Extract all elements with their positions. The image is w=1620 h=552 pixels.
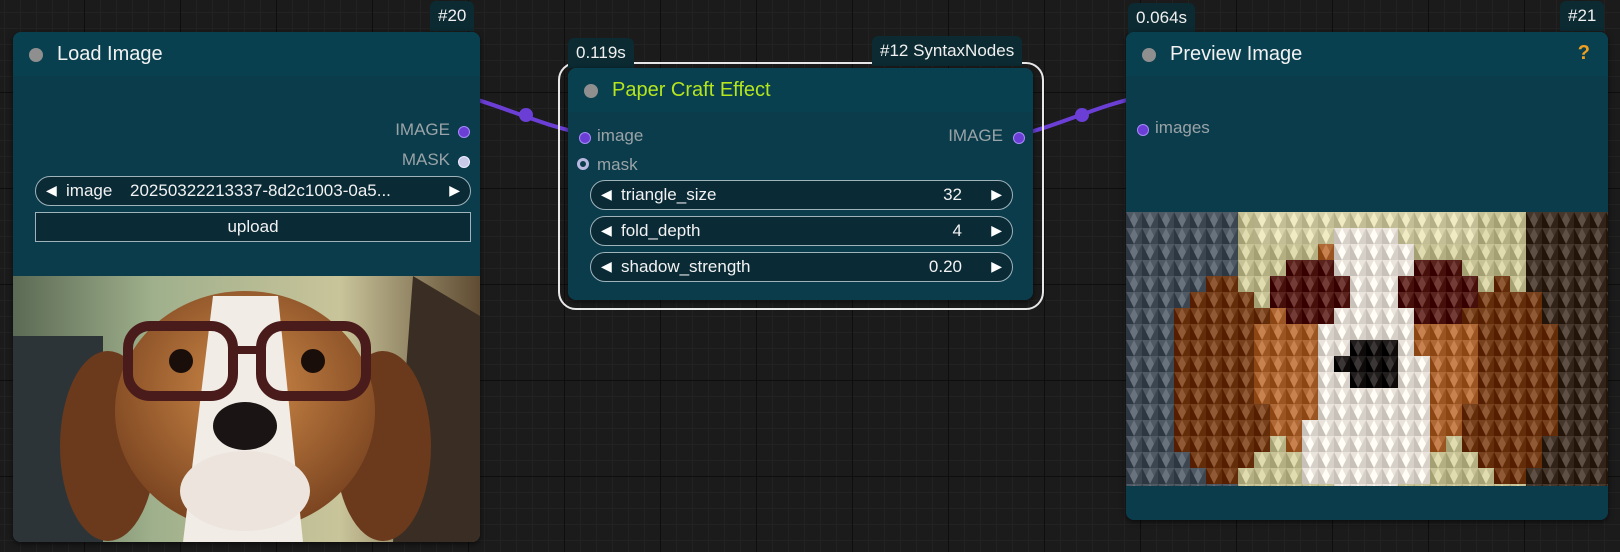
paper-craft-output [1126, 212, 1608, 486]
node-header[interactable]: Paper Craft Effect [568, 68, 1033, 112]
output-label-mask: MASK [401, 150, 450, 169]
node-title: Paper Craft Effect [612, 79, 771, 101]
output-label-image: IMAGE [395, 120, 450, 139]
widget-name: triangle_size [621, 185, 717, 204]
shadow-strength-widget[interactable]: ◀ shadow_strength 0.20 ▶ [590, 252, 1013, 282]
increment-arrow-icon[interactable]: ▶ [991, 258, 1002, 275]
output-slot-image[interactable] [1013, 132, 1025, 144]
paper-craft-node[interactable]: Paper Craft Effect image IMAGE mask ◀ tr… [568, 68, 1033, 300]
node-body: IMAGE MASK ◀ image 20250322213337-8d2c10… [13, 76, 480, 542]
widget-name: image [66, 181, 113, 200]
output-slot-mask[interactable] [458, 156, 470, 168]
source-tag: #12 SyntaxNodes [872, 36, 1023, 66]
node-title: Load Image [57, 43, 163, 65]
input-slot-images[interactable] [1137, 124, 1149, 136]
triangle-size-widget[interactable]: ◀ triangle_size 32 ▶ [590, 180, 1013, 210]
widget-value: 32 [943, 185, 962, 204]
node-id-tag: #20 [430, 1, 475, 31]
decrement-arrow-icon[interactable]: ◀ [601, 258, 612, 275]
beagle-photo [13, 276, 480, 542]
input-slot-mask[interactable] [577, 158, 589, 170]
output-label-image: IMAGE [948, 126, 1003, 145]
collapse-dot-icon[interactable] [584, 84, 598, 98]
collapse-dot-icon[interactable] [29, 48, 43, 62]
upload-button[interactable]: upload [35, 212, 471, 242]
widget-value: 4 [952, 221, 962, 240]
fold-depth-widget[interactable]: ◀ fold_depth 4 ▶ [590, 216, 1013, 246]
node-body: images [1126, 76, 1608, 520]
collapse-dot-icon[interactable] [1142, 48, 1156, 62]
widget-name: fold_depth [621, 221, 701, 240]
decrement-arrow-icon[interactable]: ◀ [601, 186, 612, 203]
help-icon[interactable]: ? [1578, 42, 1590, 65]
increment-arrow-icon[interactable]: ▶ [449, 182, 460, 199]
image-preview [13, 276, 480, 542]
execution-time-tag: 0.119s [568, 38, 634, 68]
decrement-arrow-icon[interactable]: ◀ [601, 222, 612, 239]
input-slot-image[interactable] [579, 132, 591, 144]
node-header[interactable]: Preview Image ? [1126, 32, 1608, 76]
preview-image-node[interactable]: Preview Image ? images [1126, 32, 1608, 520]
execution-time-tag: 0.064s [1128, 3, 1196, 33]
input-label-images: images [1155, 118, 1210, 137]
output-slot-image[interactable] [458, 126, 470, 138]
increment-arrow-icon[interactable]: ▶ [991, 186, 1002, 203]
node-header[interactable]: Load Image [13, 32, 480, 76]
node-title: Preview Image [1170, 43, 1303, 65]
input-label-mask: mask [597, 155, 638, 174]
widget-value: 20250322213337-8d2c1003-0a5... [130, 181, 391, 200]
increment-arrow-icon[interactable]: ▶ [991, 222, 1002, 239]
widget-value: 0.20 [928, 257, 962, 276]
image-combo-widget[interactable]: ◀ image 20250322213337-8d2c1003-0a5... ▶ [35, 176, 471, 206]
node-id-tag: #21 [1560, 1, 1605, 31]
load-image-node[interactable]: Load Image IMAGE MASK ◀ image 2025032221… [13, 32, 480, 542]
widget-name: shadow_strength [621, 257, 751, 276]
input-label-image: image [597, 126, 644, 145]
preview-output-image [1126, 212, 1608, 486]
decrement-arrow-icon[interactable]: ◀ [46, 182, 57, 199]
node-body: image IMAGE mask ◀ triangle_size 32 ▶ ◀ … [568, 112, 1033, 300]
